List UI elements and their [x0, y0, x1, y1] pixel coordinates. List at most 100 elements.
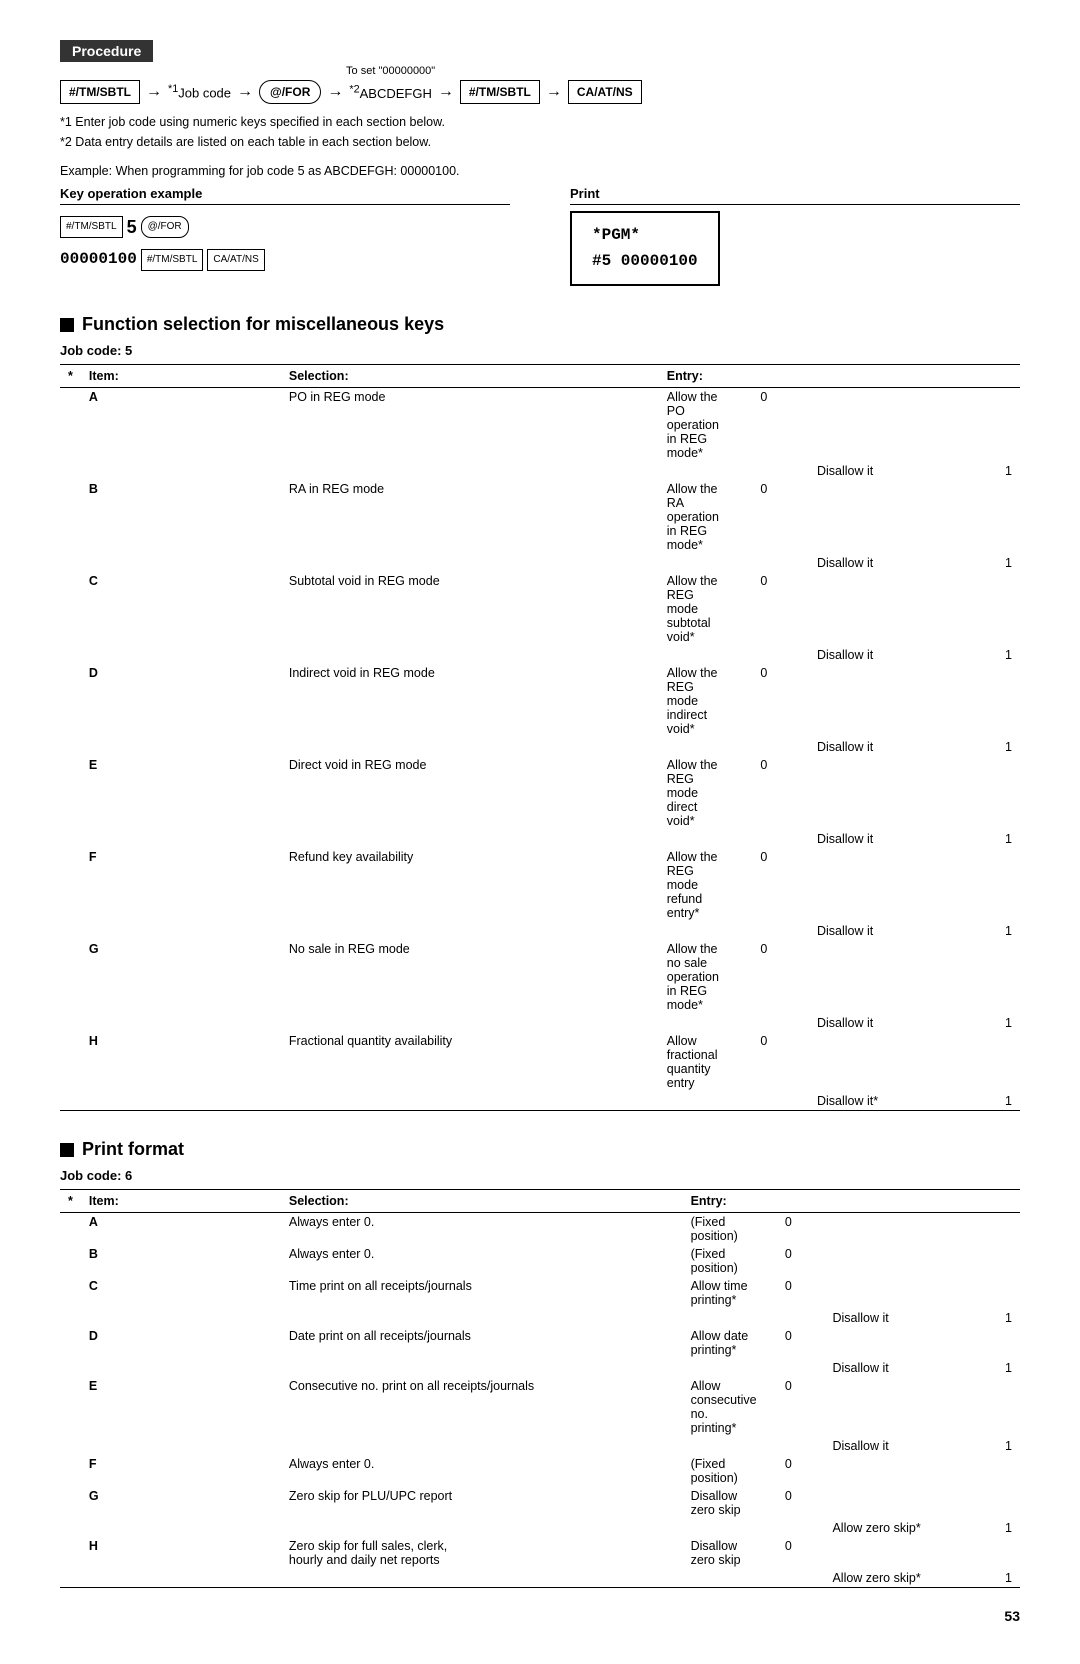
row-letter: A [81, 1213, 281, 1246]
section2-heading-text: Print format [82, 1139, 184, 1160]
row-selection: (Fixed position) [683, 1455, 765, 1487]
row-item: Date print on all receipts/journals [281, 1327, 683, 1377]
row-item: RA in REG mode [281, 480, 659, 572]
table-row: FAlways enter 0.(Fixed position)0 [60, 1455, 1020, 1487]
table-row: HFractional quantity availabilityAllow f… [60, 1032, 1020, 1092]
key-tmsbtl-1: #/TM/SBTL [60, 216, 123, 238]
row-entry: 0 [727, 388, 775, 463]
section1-table-header-row: * Item: Selection: Entry: [60, 365, 1020, 388]
key-tmsbtl-2: #/TM/SBTL [141, 249, 204, 271]
flow-step-3: @/FOR [259, 80, 321, 104]
row-letter: A [81, 388, 281, 481]
table-row: CTime print on all receipts/journalsAllo… [60, 1277, 1020, 1309]
row-selection: Allow zero skip* [824, 1569, 984, 1588]
row-item: Fractional quantity availability [281, 1032, 659, 1111]
flow-step-6: CA/AT/NS [568, 80, 642, 104]
flow-step-4: *2ABCDEFGH [349, 86, 431, 101]
row-selection: Allow the REG mode direct void* [659, 756, 727, 830]
row-letter: G [81, 940, 281, 1032]
flow-arrow-5: → [546, 83, 562, 101]
row-selection: Disallow it [809, 922, 972, 940]
row-star [60, 940, 81, 1032]
row-star [60, 756, 81, 848]
row-entry: 0 [727, 756, 775, 830]
section2: Print format Job code: 6 * Item: Selecti… [60, 1139, 1020, 1588]
row-letter: F [81, 1455, 281, 1487]
row-item: Always enter 0. [281, 1245, 683, 1277]
th-selection-2: Selection: [281, 1190, 683, 1213]
row-item: Time print on all receipts/journals [281, 1277, 683, 1327]
row-item: Consecutive no. print on all receipts/jo… [281, 1377, 683, 1455]
page-number: 53 [60, 1608, 1020, 1624]
row-selection: Disallow it [809, 1014, 972, 1032]
footnote-1: *1 Enter job code using numeric keys spe… [60, 112, 1020, 132]
row-entry: 1 [985, 1437, 1020, 1455]
row-selection: Allow the REG mode subtotal void* [659, 572, 727, 646]
row-entry: 1 [972, 922, 1020, 940]
row-letter: D [81, 1327, 281, 1377]
section1-heading: Function selection for miscellaneous key… [60, 314, 1020, 335]
table-row: GZero skip for PLU/UPC reportDisallow ze… [60, 1487, 1020, 1519]
section1-job-code: Job code: 5 [60, 343, 1020, 358]
section2-job-code: Job code: 6 [60, 1168, 1020, 1183]
row-star [60, 848, 81, 940]
row-star [60, 1455, 81, 1487]
table-row: DIndirect void in REG modeAllow the REG … [60, 664, 1020, 738]
row-selection: Allow the no sale operation in REG mode* [659, 940, 727, 1014]
key-seq-line-1: #/TM/SBTL 5 @/FOR [60, 211, 510, 243]
section1-square-icon [60, 318, 74, 332]
row-entry: 0 [727, 1032, 775, 1092]
row-star [60, 1327, 81, 1377]
footnotes: *1 Enter job code using numeric keys spe… [60, 112, 1020, 152]
print-line-1: *PGM* [592, 223, 698, 249]
to-set-label: To set "00000000" [346, 65, 435, 77]
key-atfor: @/FOR [141, 216, 189, 238]
row-entry: 0 [765, 1277, 800, 1309]
row-letter: H [81, 1032, 281, 1111]
row-star [60, 572, 81, 664]
table-row: HZero skip for full sales, clerk, hourly… [60, 1537, 1020, 1569]
example-text: Example: When programming for job code 5… [60, 164, 1020, 178]
row-entry: 1 [985, 1309, 1020, 1327]
th-item-2: Item: [81, 1190, 281, 1213]
row-entry: 1 [985, 1359, 1020, 1377]
row-letter: B [81, 1245, 281, 1277]
row-entry: 0 [727, 848, 775, 922]
row-entry: 0 [765, 1377, 800, 1437]
row-selection: Disallow it [809, 646, 972, 664]
row-star [60, 1213, 81, 1246]
section2-heading: Print format [60, 1139, 1020, 1160]
row-selection: Disallow it [809, 554, 972, 572]
row-star [60, 1377, 81, 1455]
row-star [60, 480, 81, 572]
row-item: PO in REG mode [281, 388, 659, 481]
row-item: No sale in REG mode [281, 940, 659, 1032]
print-line-2: #5 00000100 [592, 249, 698, 275]
row-letter: G [81, 1487, 281, 1537]
row-item: Zero skip for full sales, clerk, hourly … [281, 1537, 683, 1588]
row-selection: Allow date printing* [683, 1327, 765, 1359]
row-selection: Allow the RA operation in REG mode* [659, 480, 727, 554]
print-column: Print *PGM* #5 00000100 [570, 186, 1020, 286]
flow-arrow-2: → [237, 83, 253, 101]
row-selection: Disallow it [824, 1359, 984, 1377]
table-row: APO in REG modeAllow the PO operation in… [60, 388, 1020, 463]
row-item: Direct void in REG mode [281, 756, 659, 848]
flow-arrow-4: → [438, 83, 454, 101]
table-row: BAlways enter 0.(Fixed position)0 [60, 1245, 1020, 1277]
row-entry: 0 [727, 480, 775, 554]
row-entry: 0 [727, 664, 775, 738]
section1-table: * Item: Selection: Entry: APO in REG mod… [60, 364, 1020, 1111]
flow-step-4-wrapper: To set "00000000" *2ABCDEFGH [349, 83, 431, 100]
row-letter: H [81, 1537, 281, 1588]
procedure-label: Procedure [60, 40, 153, 62]
flow-step-2: *1Job code [168, 83, 231, 100]
table-row: EDirect void in REG modeAllow the REG mo… [60, 756, 1020, 830]
row-entry: 0 [765, 1327, 800, 1359]
row-entry: 0 [765, 1245, 800, 1277]
row-selection: Allow the REG mode indirect void* [659, 664, 727, 738]
row-selection: Allow time printing* [683, 1277, 765, 1309]
row-item: Zero skip for PLU/UPC report [281, 1487, 683, 1537]
th-item-1: Item: [81, 365, 281, 388]
row-entry: 0 [765, 1455, 800, 1487]
